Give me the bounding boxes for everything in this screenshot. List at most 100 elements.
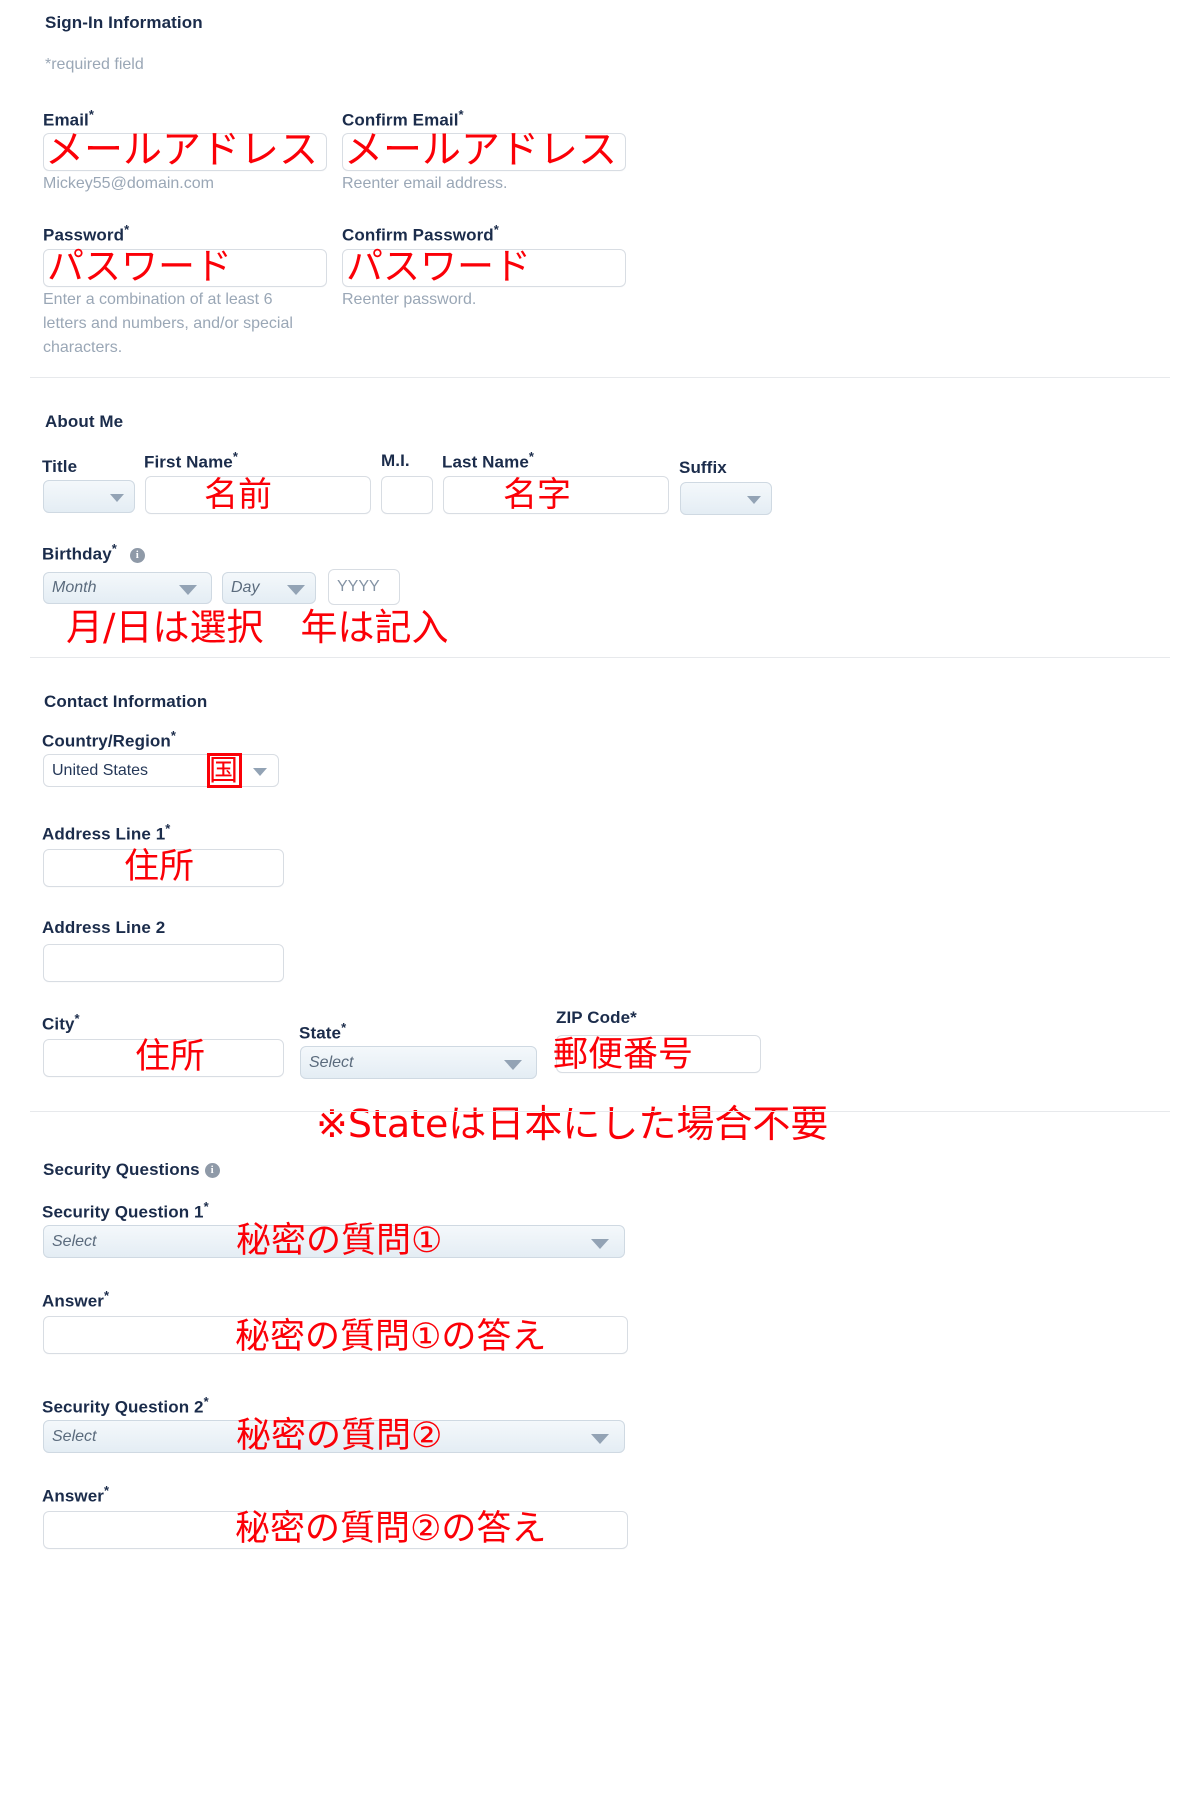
answer-1-label-text: Answer	[42, 1291, 105, 1311]
password-hint: Enter a combination of at least 6 letter…	[43, 291, 293, 356]
answer-1-required-asterisk: *	[104, 1288, 110, 1303]
answer-2-label-text: Answer	[42, 1486, 105, 1506]
sign-in-heading: Sign-In Information	[45, 13, 203, 32]
required-field-note: *required field	[45, 56, 144, 73]
birth-year-value: YYYY	[337, 578, 380, 595]
country-label-text: Country/Region	[42, 731, 171, 751]
last-name-required-asterisk: *	[528, 449, 535, 464]
address1-label-text: Address Line 1	[42, 824, 166, 844]
registration-form-page: Sign-In Information *required field Emai…	[0, 0, 1200, 1801]
chevron-down-icon	[287, 585, 305, 595]
password-label-text: Password	[43, 225, 125, 245]
confirm-email-annotation: メールアドレス	[344, 128, 618, 173]
email-annotation: メールアドレス	[45, 128, 319, 173]
password-label: Password*	[43, 222, 129, 246]
password-required-asterisk: *	[124, 222, 130, 237]
confirm-password-hint: Reenter password.	[342, 291, 477, 308]
country-label: Country/Region*	[42, 728, 176, 752]
birthday-required-asterisk: *	[111, 541, 117, 556]
security-heading-text: Security Questions	[43, 1160, 200, 1179]
birth-year-input[interactable]: YYYY	[328, 569, 400, 605]
chevron-down-icon	[591, 1433, 609, 1444]
security-question-2-value: Select	[52, 1427, 97, 1445]
state-select[interactable]: Select	[300, 1046, 537, 1079]
country-annotation: 国	[209, 753, 239, 787]
first-name-label-text: First Name	[144, 452, 233, 472]
info-icon[interactable]: i	[129, 547, 145, 563]
about-me-heading: About Me	[45, 412, 124, 431]
answer-2-label: Answer*	[42, 1483, 109, 1507]
last-name-label-text: Last Name	[442, 452, 529, 472]
zip-label: ZIP Code*	[556, 1008, 637, 1027]
middle-initial-label: M.I.	[381, 451, 410, 470]
confirm-password-required-asterisk: *	[493, 222, 499, 237]
email-hint: Mickey55@domain.com	[43, 175, 214, 192]
title-label: Title	[42, 457, 78, 476]
birthday-label: Birthday* i	[42, 541, 145, 565]
security-question-2-label: Security Question 2*	[42, 1394, 209, 1418]
address1-annotation: 住所	[124, 847, 195, 887]
divider-signin	[30, 377, 1170, 378]
last-name-annotation: 名字	[503, 475, 571, 515]
first-name-label: First Name*	[144, 449, 238, 473]
country-required-asterisk: *	[170, 728, 177, 743]
security-question-2-required-asterisk: *	[203, 1394, 209, 1409]
city-required-asterisk: *	[74, 1011, 80, 1026]
state-label-text: State	[299, 1023, 342, 1043]
confirm-email-required-asterisk: *	[458, 107, 464, 122]
answer-2-annotation: 秘密の質問②の答え	[235, 1509, 547, 1549]
answer-1-annotation: 秘密の質問①の答え	[235, 1317, 547, 1357]
last-name-label: Last Name*	[442, 449, 534, 473]
answer-1-label: Answer*	[42, 1288, 109, 1312]
confirm-password-label: Confirm Password*	[342, 222, 499, 246]
chevron-down-icon	[591, 1238, 609, 1249]
birthday-annotation: 月/日は選択 年は記入	[66, 606, 449, 649]
confirm-password-annotation: パスワード	[346, 245, 531, 288]
birth-month-select[interactable]: Month	[43, 572, 212, 604]
state-select-value: Select	[309, 1053, 354, 1071]
title-select[interactable]	[43, 480, 135, 513]
security-question-1-annotation: 秘密の質問①	[236, 1221, 443, 1261]
suffix-select[interactable]	[680, 482, 772, 515]
middle-initial-input[interactable]	[381, 476, 433, 514]
country-select-value: United States	[52, 761, 149, 779]
security-question-2-label-text: Security Question 2	[42, 1397, 204, 1417]
confirm-email-hint: Reenter email address.	[342, 175, 508, 192]
address2-input[interactable]	[43, 944, 284, 982]
chevron-down-icon	[179, 585, 197, 595]
divider-about	[30, 657, 1170, 658]
state-required-asterisk: *	[341, 1020, 347, 1035]
divider-contact	[30, 1111, 1170, 1112]
email-label-text: Email	[43, 110, 89, 130]
security-question-1-value: Select	[52, 1232, 97, 1250]
first-name-required-asterisk: *	[232, 449, 239, 464]
address2-label: Address Line 2	[42, 918, 166, 937]
city-annotation: 住所	[135, 1037, 206, 1077]
country-select[interactable]: United States	[43, 754, 279, 787]
security-question-1-label-text: Security Question 1	[42, 1202, 204, 1222]
info-icon[interactable]: i	[204, 1163, 220, 1178]
address1-required-asterisk: *	[165, 821, 171, 836]
chevron-down-icon	[747, 495, 761, 504]
address1-label: Address Line 1*	[42, 821, 170, 845]
confirm-email-label-text: Confirm Email	[342, 110, 459, 130]
confirm-password-label-text: Confirm Password	[342, 225, 494, 245]
security-question-1-label: Security Question 1*	[42, 1199, 209, 1223]
security-question-1-required-asterisk: *	[203, 1199, 209, 1214]
suffix-label: Suffix	[679, 458, 727, 477]
birthday-label-text: Birthday	[42, 544, 112, 564]
first-name-annotation: 名前	[204, 475, 272, 515]
chevron-down-icon	[253, 767, 267, 776]
city-label-text: City	[42, 1014, 75, 1034]
contact-heading: Contact Information	[44, 692, 208, 711]
city-label: City*	[42, 1011, 80, 1035]
password-annotation: パスワード	[47, 245, 232, 288]
security-question-2-annotation: 秘密の質問②	[236, 1416, 443, 1456]
birth-day-select[interactable]: Day	[222, 572, 316, 604]
zip-annotation: 郵便番号	[553, 1035, 694, 1075]
state-label: State*	[299, 1020, 346, 1044]
chevron-down-icon	[504, 1059, 522, 1070]
chevron-down-icon	[110, 493, 124, 502]
birth-day-value: Day	[231, 579, 260, 596]
email-required-asterisk: *	[88, 107, 95, 122]
